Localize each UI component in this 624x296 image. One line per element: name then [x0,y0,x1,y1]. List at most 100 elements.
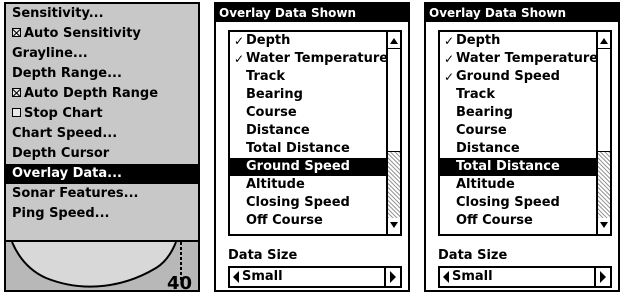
data-size-value: Small [242,269,283,284]
overlay-item-label: Closing Speed [246,195,350,210]
overlay-item-label: Off Course [246,213,323,228]
overlay-item-label: Bearing [456,105,513,120]
overlay-list-item[interactable]: ✓ Depth [230,32,400,50]
menu-item[interactable]: Chart Speed... [6,124,198,144]
data-size-label: Data Size [438,248,508,263]
overlay-list-item[interactable]: Track [230,68,400,86]
unchecked-box-icon[interactable] [12,108,21,117]
overlay-list-item[interactable]: ✓ Ground Speed [440,68,610,86]
overlay-data-panel-after: Overlay Data Shown ✓ Depth ✓ Water Temperat… [424,2,620,292]
overlay-item-label: Ground Speed [246,159,350,174]
scroll-track[interactable] [388,48,400,218]
selector-divider [594,268,596,286]
overlay-item-label: Distance [456,141,520,156]
overlay-item-label: Water Temperature [246,51,389,66]
overlay-item-label: Total Distance [456,159,560,174]
list-scrollbar[interactable] [386,32,400,234]
checkmark-icon: ✓ [443,52,455,66]
overlay-item-label: Water Temperature [456,51,599,66]
menu-item[interactable]: Depth Cursor [6,144,198,164]
data-size-value: Small [452,269,493,284]
overlay-list-item[interactable]: Course [230,104,400,122]
selector-divider [384,268,386,286]
scroll-down-arrow-icon[interactable] [600,222,608,228]
overlay-item-label: Total Distance [246,141,350,156]
sonar-chart-view: 40 [6,240,198,292]
overlay-list-item[interactable]: Distance [440,140,610,158]
overlay-list-item[interactable]: ✓ Water Temperature [440,50,610,68]
overlay-item-label: Track [246,69,285,84]
menu-item-label: Chart Speed... [12,126,118,141]
menu-item-label: Sonar Features... [12,186,139,201]
menu-item-label: Overlay Data... [12,166,122,181]
sonar-menu-panel: Sensitivity... Auto Sensitivity Grayline..… [4,2,200,292]
checkmark-icon: ✓ [443,34,455,48]
overlay-list-item[interactable]: Bearing [230,86,400,104]
overlay-list-item[interactable]: ✓ Water Temperature [230,50,400,68]
overlay-list-item[interactable]: Total Distance [440,158,610,176]
scroll-down-arrow-icon[interactable] [390,222,398,228]
panel-title: Overlay Data Shown [216,4,408,22]
overlay-list-item[interactable]: Bearing [440,104,610,122]
scroll-thumb[interactable] [388,48,400,152]
menu-item[interactable]: Stop Chart [6,104,198,124]
menu-item[interactable]: Ping Speed... [6,204,198,224]
overlay-item-label: Track [456,87,495,102]
scroll-thumb[interactable] [598,48,610,152]
data-size-selector[interactable]: Small [228,266,402,288]
overlay-item-label: Course [246,105,297,120]
overlay-list-item[interactable]: Distance [230,122,400,140]
panel-title: Overlay Data Shown [426,4,618,22]
overlay-list-item[interactable]: Total Distance [230,140,400,158]
overlay-list-item[interactable]: Closing Speed [230,194,400,212]
scroll-up-arrow-icon[interactable] [600,38,608,44]
overlay-item-label: Closing Speed [456,195,560,210]
menu-item[interactable]: Sensitivity... [6,4,198,24]
menu-item-label: Depth Cursor [12,146,110,161]
data-size-selector[interactable]: Small [438,266,612,288]
overlay-item-label: Depth [456,33,501,48]
overlay-data-items: ✓ Depth ✓ Water Temperature Track Bearing Cour… [230,32,400,230]
overlay-list-item[interactable]: Closing Speed [440,194,610,212]
left-arrow-icon[interactable] [443,271,449,283]
overlay-data-items: ✓ Depth ✓ Water Temperature ✓ Ground Speed Tra… [440,32,610,230]
overlay-item-label: Course [456,123,507,138]
overlay-data-list[interactable]: ✓ Depth ✓ Water Temperature Track Bearing Cour… [228,30,402,236]
list-scrollbar[interactable] [596,32,610,234]
overlay-data-list[interactable]: ✓ Depth ✓ Water Temperature ✓ Ground Speed Tra… [438,30,612,236]
overlay-list-item[interactable]: Altitude [440,176,610,194]
menu-item-label: Ping Speed... [12,206,110,221]
overlay-list-item[interactable]: Off Course [230,212,400,230]
menu-item[interactable]: Overlay Data... [6,164,198,184]
checked-box-icon[interactable] [12,28,21,37]
menu-item-label: Sensitivity... [12,6,104,21]
menu-item-label: Stop Chart [24,106,103,121]
menu-item[interactable]: Depth Range... [6,64,198,84]
overlay-item-label: Off Course [456,213,533,228]
overlay-data-panel-before: Overlay Data Shown ✓ Depth ✓ Water Temperat… [214,2,410,292]
data-size-label: Data Size [228,248,298,263]
checked-box-icon[interactable] [12,88,21,97]
overlay-item-label: Ground Speed [456,69,560,84]
scroll-up-arrow-icon[interactable] [390,38,398,44]
left-arrow-icon[interactable] [233,271,239,283]
menu-item[interactable]: Sonar Features... [6,184,198,204]
overlay-list-item[interactable]: Altitude [230,176,400,194]
right-arrow-icon[interactable] [600,271,606,283]
menu-item-label: Grayline... [12,46,88,61]
menu-item[interactable]: Grayline... [6,44,198,64]
menu-item[interactable]: Auto Sensitivity [6,24,198,44]
overlay-list-item[interactable]: Off Course [440,212,610,230]
overlay-list-item[interactable]: ✓ Depth [440,32,610,50]
overlay-list-item[interactable]: Ground Speed [230,158,400,176]
overlay-item-label: Altitude [246,177,305,192]
sonar-menu-list: Sensitivity... Auto Sensitivity Grayline..… [6,4,198,224]
depth-readout: 40 [166,273,192,292]
menu-item-label: Auto Sensitivity [24,26,141,41]
overlay-list-item[interactable]: Track [440,86,610,104]
overlay-item-label: Depth [246,33,291,48]
scroll-track[interactable] [598,48,610,218]
menu-item[interactable]: Auto Depth Range [6,84,198,104]
right-arrow-icon[interactable] [390,271,396,283]
overlay-list-item[interactable]: Course [440,122,610,140]
